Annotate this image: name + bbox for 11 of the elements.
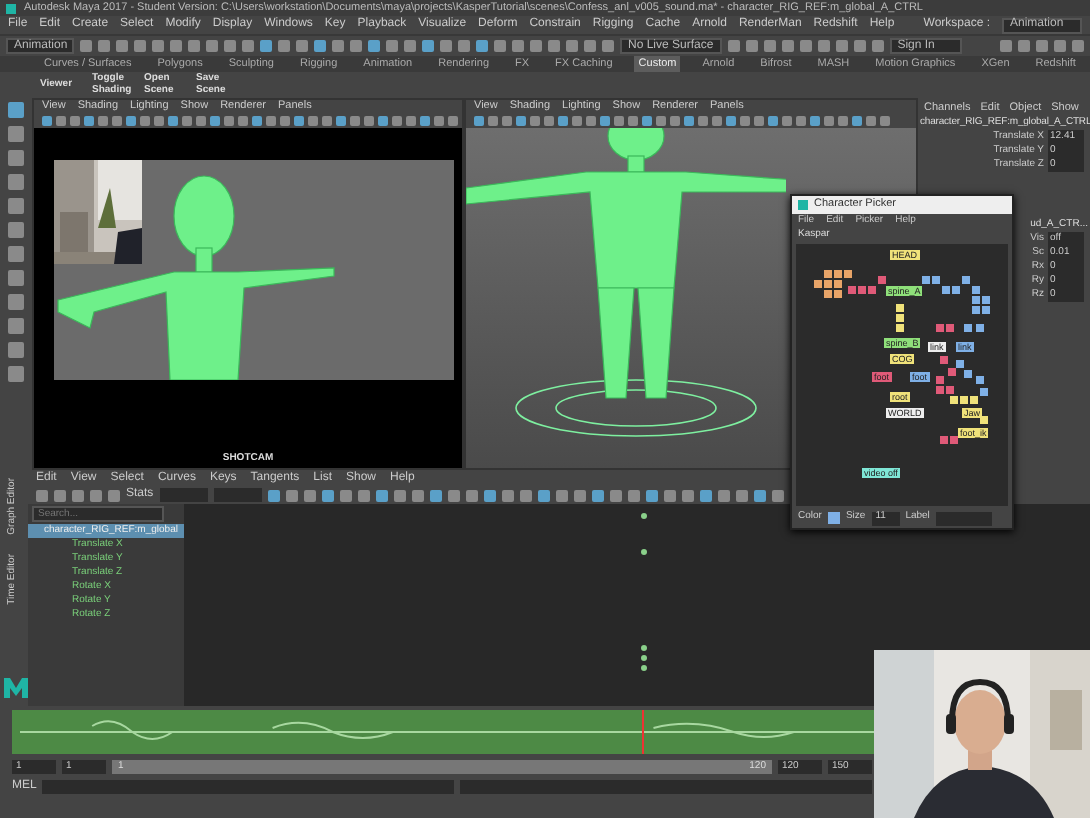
app-icon [798,200,808,210]
app-icon [6,3,16,13]
color-swatch[interactable] [827,512,840,524]
stats-field[interactable] [159,488,208,502]
label-field[interactable] [935,511,992,525]
time-slider[interactable] [12,710,874,754]
maya-logo-icon [4,678,28,698]
picker-square-control[interactable] [980,415,988,423]
stats-field[interactable] [213,488,262,502]
range-slider[interactable] [112,760,772,774]
command-field[interactable] [42,779,455,793]
